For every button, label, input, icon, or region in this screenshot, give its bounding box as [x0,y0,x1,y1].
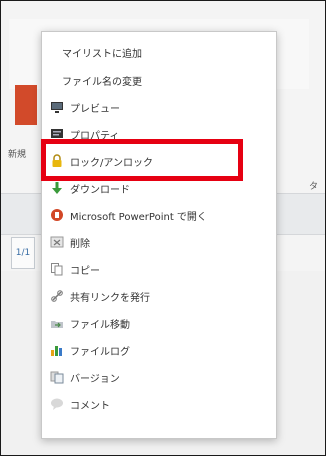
menu-item-label: ファイルログ [70,346,130,358]
comment-icon [51,398,63,410]
context-menu: マイリストに追加 ファイル名の変更 プレビュー プロパティ ロック/アンロック … [41,31,277,439]
menu-item-label: 削除 [70,238,90,250]
menu-item-label: バージョン [70,373,120,385]
powerpoint-icon [51,209,63,221]
menu-item-comment[interactable]: コメント [42,394,276,414]
menu-item-preview[interactable]: プレビュー [42,97,276,117]
version-icon [50,371,64,384]
menu-item-label: マイリストに追加 [62,48,142,60]
menu-item-label: Microsoft PowerPoint で開く [70,211,207,223]
link-icon [51,290,63,302]
right-tab-label: タ [309,182,319,192]
pager[interactable]: 1/1 [11,237,35,269]
new-button-label[interactable]: 新規 [8,147,26,160]
menu-item-rename[interactable]: ファイル名の変更 [42,70,276,90]
monitor-icon [51,102,63,113]
delete-icon [50,236,64,248]
menu-item-label: ファイル移動 [70,319,130,331]
menu-item-open-powerpoint[interactable]: Microsoft PowerPoint で開く [42,205,276,225]
menu-item-add-to-mylist[interactable]: マイリストに追加 [42,42,276,62]
menu-item-label: プレビュー [70,103,120,115]
log-icon [51,346,62,356]
menu-item-move-file[interactable]: ファイル移動 [42,313,276,333]
copy-icon [51,263,63,276]
menu-item-file-log[interactable]: ファイルログ [42,340,276,360]
menu-item-delete[interactable]: 削除 [42,232,276,252]
menu-item-version[interactable]: バージョン [42,367,276,387]
menu-item-label: ファイル名の変更 [62,76,142,88]
move-icon [51,321,63,328]
menu-item-label: コピー [70,265,100,277]
menu-item-label: コメント [70,400,110,412]
menu-item-label: ダウンロード [70,184,130,196]
highlight-box [41,139,243,181]
menu-item-download[interactable]: ダウンロード [42,178,276,198]
file-thumbnail [15,85,37,125]
menu-item-label: 共有リンクを発行 [70,292,150,304]
menu-item-share-link[interactable]: 共有リンクを発行 [42,286,276,306]
download-icon [52,182,62,194]
screenshot-frame: 新規 タ 1/1 マイリストに追加 ファイル名の変更 プレビュー プロパティ ロ… [0,0,326,456]
menu-item-copy[interactable]: コピー [42,259,276,279]
